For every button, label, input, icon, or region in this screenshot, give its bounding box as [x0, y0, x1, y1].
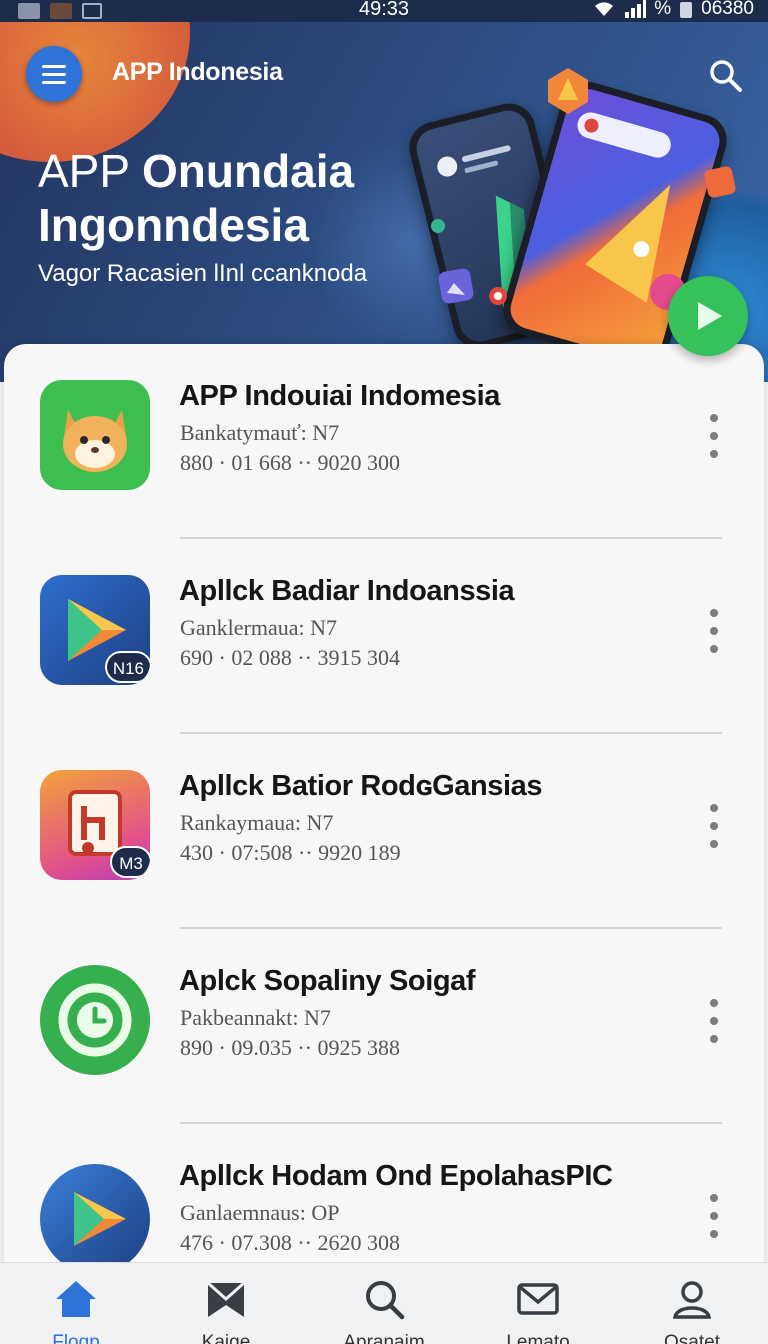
clock-icon: [40, 965, 150, 1075]
search-icon[interactable]: [706, 56, 746, 96]
menu-icon-bar: [42, 72, 66, 76]
home-icon: [56, 1281, 96, 1317]
bookmark-icon: [207, 1281, 245, 1317]
hero-title: APP Onundaia Ingonndesia: [38, 144, 354, 252]
more-options-icon[interactable]: [704, 609, 724, 653]
app-subtitle: Bankatymauť: N7: [180, 420, 340, 445]
nav-item-mail[interactable]: Lemato: [478, 1275, 598, 1344]
mail-icon: [517, 1283, 559, 1315]
list-item[interactable]: Apllck Hodam Ond EpolahasPIC Ganlaemnaus…: [4, 1124, 764, 1274]
more-options-icon[interactable]: [704, 999, 724, 1043]
app-meta: 690 · 02 088 ·· 3915 304: [180, 645, 400, 670]
app-brand: APP Indonesia: [112, 58, 283, 86]
nav-item-home[interactable]: Flogp: [16, 1275, 136, 1344]
nav-label: Apranaim: [343, 1332, 425, 1344]
person-icon: [672, 1281, 712, 1319]
nav-item-bookmark[interactable]: Kaige: [166, 1275, 286, 1344]
hero-subtitle: Vagor Racasien lInl ccanknoda: [38, 260, 368, 287]
wifi-icon: [595, 2, 614, 17]
status-bar: 49:33 % 06380: [0, 0, 768, 22]
list-item[interactable]: APP Indouiai Indomesia Bankatymauť: N7 8…: [4, 344, 764, 539]
app-subtitle: Pakbeannakt: N7: [180, 1005, 331, 1030]
battery-percent-symbol: %: [654, 0, 672, 19]
play-button[interactable]: [668, 276, 748, 356]
hero-title-line2: Ingonndesia: [38, 199, 309, 251]
chrome-icon: [489, 287, 507, 305]
nav-item-search[interactable]: Apranaim: [324, 1275, 444, 1344]
list-item[interactable]: M3 Apllck Batior RodɢGansias Rankaymaua:…: [4, 734, 764, 929]
app-title: APP Indouiai Indomesia: [179, 380, 501, 412]
app-meta: 430 · 07:508 ·· 9920 189: [180, 840, 401, 865]
app-title: Apllck Badiar Indoanssia: [179, 575, 515, 607]
image-app-icon: [438, 268, 474, 304]
more-options-icon[interactable]: [704, 804, 724, 848]
nav-label: Osatet: [664, 1332, 720, 1344]
decor-dot: [431, 219, 445, 233]
app-meta: 880 · 01 668 ·· 9020 300: [180, 450, 400, 475]
list-item[interactable]: Aplck Sopaliny Soigaf Pakbeannakt: N7 89…: [4, 929, 764, 1124]
app-shape-icon: [704, 166, 736, 198]
app-meta: 476 · 07.308 ·· 2620 308: [180, 1230, 400, 1255]
nav-label: Lemato: [506, 1332, 570, 1344]
search-icon: [366, 1281, 405, 1320]
more-options-icon[interactable]: [704, 414, 724, 458]
app-title: Apllck Batior RodɢGansias: [179, 770, 543, 802]
menu-icon-bar: [42, 64, 66, 68]
app-subtitle: Ganklermaua: N7: [180, 615, 337, 640]
hero-title-thin: APP: [38, 145, 142, 197]
app-title: Apllck Hodam Ond EpolahasPIC: [179, 1160, 613, 1192]
hero-title-bold: Onundaia: [142, 145, 355, 197]
nav-item-profile[interactable]: Osatet: [632, 1275, 752, 1344]
status-right-text: 06380: [701, 0, 754, 19]
document-icon: M3: [40, 770, 150, 880]
more-options-icon[interactable]: [704, 1194, 724, 1238]
app-badge: N16: [104, 651, 150, 683]
app-list: APP Indouiai Indomesia Bankatymauť: N7 8…: [4, 344, 764, 1274]
play-triangle-icon: N16: [40, 575, 150, 685]
menu-button[interactable]: [26, 46, 82, 102]
nav-label: Kaige: [201, 1332, 251, 1344]
bottom-navigation: Flogp Kaige Apranaim Lemato Osatet: [0, 1262, 768, 1344]
signal-icon: [625, 0, 647, 18]
app-meta: 890 · 09.035 ·· 0925 388: [180, 1035, 400, 1060]
app-badge: M3: [110, 846, 150, 878]
battery-icon: [680, 2, 693, 18]
hero-banner: APP Indonesia APP Onundaia Ingonndesia V…: [0, 22, 768, 382]
cat-icon: [40, 380, 150, 490]
decor-blob: [0, 22, 190, 162]
list-item[interactable]: N16 Apllck Badiar Indoanssia Ganklermaua…: [4, 539, 764, 734]
app-title: Aplck Sopaliny Soigaf: [179, 965, 476, 997]
nav-label: Flogp: [52, 1332, 100, 1344]
menu-icon-bar: [42, 80, 66, 84]
play-icon: [698, 302, 722, 330]
app-subtitle: Rankaymaua: N7: [180, 810, 334, 835]
app-shape-icon: [548, 68, 588, 114]
play-triangle-icon: [40, 1164, 150, 1274]
app-subtitle: Ganlaemnaus: OP: [180, 1200, 340, 1225]
